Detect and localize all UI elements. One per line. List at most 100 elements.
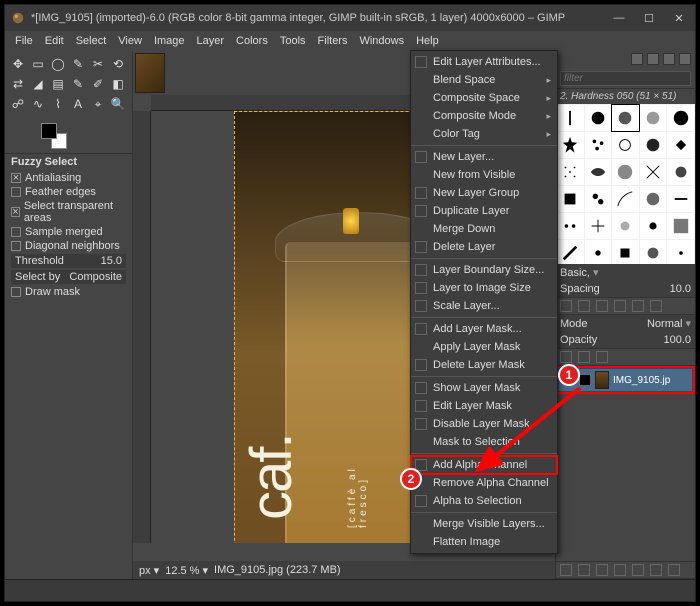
tool-crop[interactable]: ✂ <box>89 55 107 73</box>
layer-action-icon[interactable] <box>596 564 608 576</box>
mi-blend-space[interactable]: Blend Space <box>411 71 557 89</box>
brush-item[interactable] <box>612 132 639 158</box>
menu-layer[interactable]: Layer <box>191 33 231 49</box>
brush-item[interactable] <box>640 159 667 185</box>
tool-eraser[interactable]: ◧ <box>109 75 127 93</box>
ruler-vertical[interactable] <box>133 111 151 543</box>
tool-brush[interactable]: ✐ <box>89 75 107 93</box>
opt-antialias-check[interactable] <box>11 173 21 183</box>
brushes-grid[interactable] <box>556 104 695 264</box>
tool-pencil[interactable]: ✎ <box>69 75 87 93</box>
tool-gradient[interactable]: ▤ <box>49 75 67 93</box>
tool-fuzzy-select[interactable]: ✎ <box>69 55 87 73</box>
brush-item[interactable] <box>667 105 694 131</box>
brush-item[interactable] <box>640 186 667 212</box>
threshold-row[interactable]: Threshold15.0 <box>11 254 126 268</box>
mi-merge-visible[interactable]: Merge Visible Layers... <box>411 515 557 533</box>
brush-item[interactable] <box>585 213 612 239</box>
menu-file[interactable]: File <box>9 33 39 49</box>
mi-color-tag[interactable]: Color Tag <box>411 125 557 143</box>
layer-action-icon[interactable] <box>578 564 590 576</box>
layer-opacity-row[interactable]: Opacity100.0 <box>556 332 695 348</box>
layer-action-icon[interactable] <box>614 564 626 576</box>
brush-item[interactable] <box>667 240 694 264</box>
opt-sample-merged-check[interactable] <box>11 227 21 237</box>
menu-image[interactable]: Image <box>148 33 191 49</box>
menu-view[interactable]: View <box>112 33 148 49</box>
brush-preset-row[interactable]: Basic, <box>556 264 695 281</box>
menu-windows[interactable]: Windows <box>353 33 410 49</box>
brush-item[interactable] <box>667 186 694 212</box>
tool-smudge[interactable]: ∿ <box>29 95 47 113</box>
menu-select[interactable]: Select <box>70 33 113 49</box>
image-tab-thumb[interactable] <box>135 53 165 93</box>
brush-item[interactable] <box>612 240 639 264</box>
brush-item[interactable] <box>557 213 584 239</box>
brush-action-icon[interactable] <box>596 300 608 312</box>
mi-flatten[interactable]: Flatten Image <box>411 533 557 551</box>
menu-tools[interactable]: Tools <box>274 33 312 49</box>
brush-item[interactable] <box>640 132 667 158</box>
mi-composite-space[interactable]: Composite Space <box>411 89 557 107</box>
mi-edit-layer-attrs[interactable]: Edit Layer Attributes... <box>411 53 557 71</box>
brush-item[interactable] <box>612 105 639 131</box>
brush-item[interactable] <box>640 213 667 239</box>
brush-item[interactable] <box>585 186 612 212</box>
maximize-button[interactable]: ☐ <box>643 12 655 24</box>
mi-new-layer[interactable]: New Layer... <box>411 148 557 166</box>
mi-new-from-visible[interactable]: New from Visible <box>411 166 557 184</box>
tool-picker[interactable]: ⌖ <box>89 95 107 113</box>
mi-layer-boundary[interactable]: Layer Boundary Size... <box>411 261 557 279</box>
mi-scale-layer[interactable]: Scale Layer... <box>411 297 557 315</box>
brush-item[interactable] <box>585 132 612 158</box>
brush-action-icon[interactable] <box>578 300 590 312</box>
layer-action-icon[interactable] <box>650 564 662 576</box>
dock-tab-icon[interactable] <box>647 53 659 65</box>
brush-item[interactable] <box>585 240 612 264</box>
brush-item[interactable] <box>557 240 584 264</box>
mi-layer-to-image[interactable]: Layer to Image Size <box>411 279 557 297</box>
fg-color[interactable] <box>41 123 57 139</box>
menu-help[interactable]: Help <box>410 33 445 49</box>
opt-diagonal-check[interactable] <box>11 241 21 251</box>
tool-flip[interactable]: ⇄ <box>9 75 27 93</box>
mi-delete-layer[interactable]: Delete Layer <box>411 238 557 256</box>
mi-add-mask[interactable]: Add Layer Mask... <box>411 320 557 338</box>
brush-item[interactable] <box>557 159 584 185</box>
brush-item[interactable] <box>557 132 584 158</box>
brush-item[interactable] <box>585 105 612 131</box>
brush-item[interactable] <box>667 159 694 185</box>
tool-rect-select[interactable]: ▭ <box>29 55 47 73</box>
selectby-row[interactable]: Select byComposite <box>11 270 126 284</box>
brush-item[interactable] <box>557 186 584 212</box>
brush-item[interactable] <box>612 186 639 212</box>
opt-transparent-check[interactable] <box>11 207 20 217</box>
menu-colors[interactable]: Colors <box>230 33 274 49</box>
mi-alpha-to-sel[interactable]: Alpha to Selection <box>411 492 557 510</box>
dock-tab-icon[interactable] <box>631 53 643 65</box>
mi-new-layer-group[interactable]: New Layer Group <box>411 184 557 202</box>
menu-edit[interactable]: Edit <box>39 33 70 49</box>
brush-item[interactable] <box>612 159 639 185</box>
brush-item[interactable] <box>557 105 584 131</box>
brush-action-icon[interactable] <box>632 300 644 312</box>
tool-rotate[interactable]: ⟲ <box>109 55 127 73</box>
brush-action-icon[interactable] <box>650 300 662 312</box>
brush-item[interactable] <box>640 240 667 264</box>
lock-icon[interactable] <box>596 351 608 363</box>
brush-item[interactable] <box>640 105 667 131</box>
tool-zoom[interactable]: 🔍 <box>109 95 127 113</box>
fg-bg-swatch[interactable] <box>41 123 67 149</box>
tool-free-select[interactable]: ◯ <box>49 55 67 73</box>
layer-action-icon[interactable] <box>560 564 572 576</box>
brush-item[interactable] <box>612 213 639 239</box>
opt-feather-check[interactable] <box>11 187 21 197</box>
status-zoom[interactable]: 12.5 % ▾ <box>165 564 208 577</box>
tool-bucket[interactable]: ◢ <box>29 75 47 93</box>
layer-thumbnail[interactable] <box>595 371 609 389</box>
brush-item[interactable] <box>667 213 694 239</box>
layer-action-icon[interactable] <box>668 564 680 576</box>
dock-tab-icon[interactable] <box>663 53 675 65</box>
close-button[interactable]: ✕ <box>673 12 685 24</box>
layer-name[interactable]: IMG_9105.jp <box>613 375 670 386</box>
